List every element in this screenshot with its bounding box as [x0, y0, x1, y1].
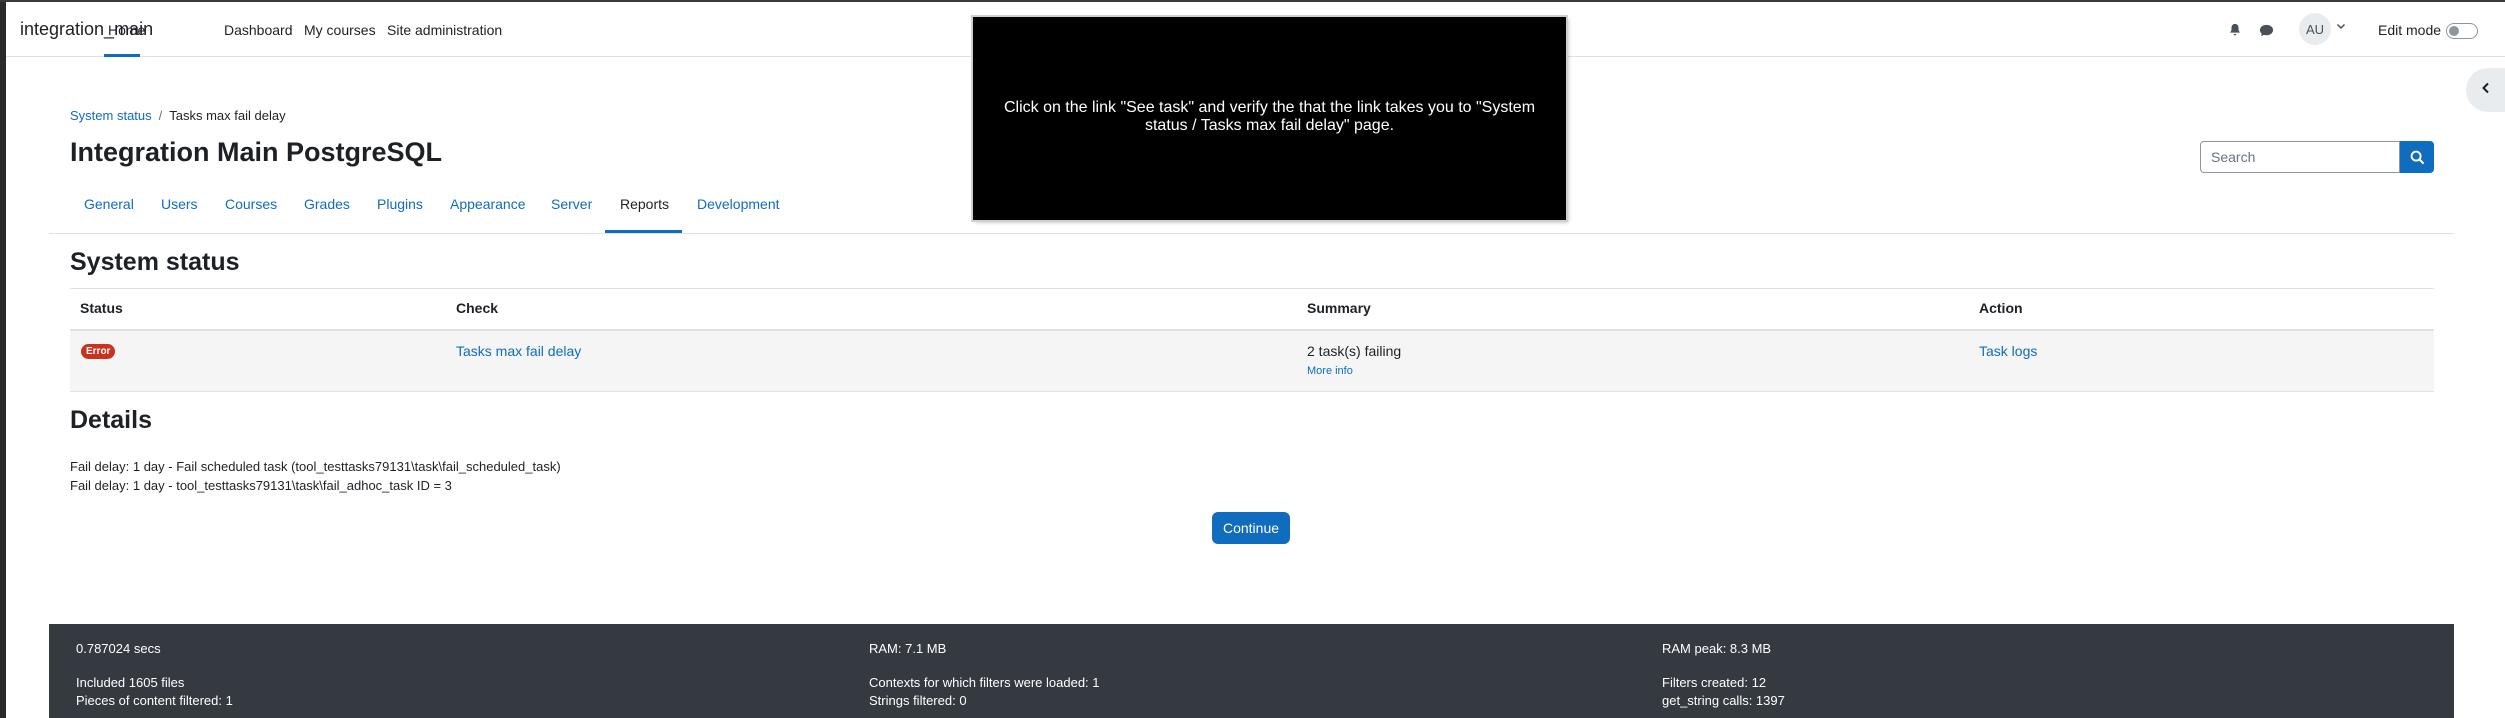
column-header-check: Check: [456, 300, 499, 316]
tab-server[interactable]: Server: [551, 196, 592, 212]
tab-reports-active-indicator: [605, 230, 682, 233]
footer-stat: 0.787024 secs: [76, 641, 161, 656]
system-status-heading: System status: [70, 248, 240, 276]
page-title: Integration Main PostgreSQL: [70, 137, 443, 167]
breadcrumb-separator: /: [158, 108, 163, 123]
summary-text: 2 task(s) failing: [1307, 343, 1402, 359]
footer-stat: Included 1605 files: [76, 675, 185, 690]
tab-appearance[interactable]: Appearance: [450, 196, 526, 212]
edit-mode-label: Edit mode: [2378, 22, 2442, 38]
more-info-link[interactable]: More info: [1307, 365, 1353, 377]
task-logs-link[interactable]: Task logs: [1979, 343, 2037, 359]
edit-mode-toggle[interactable]: [2446, 23, 2478, 39]
chevron-down-icon[interactable]: [2336, 20, 2346, 34]
tab-users[interactable]: Users: [161, 196, 198, 212]
breadcrumb-current: Tasks max fail delay: [169, 108, 286, 123]
column-header-summary: Summary: [1307, 300, 1371, 316]
footer-stat: RAM: 7.1 MB: [869, 641, 947, 656]
column-header-action: Action: [1979, 300, 2023, 316]
table-row-divider: [70, 391, 2434, 392]
breadcrumb: System status / Tasks max fail delay: [70, 108, 286, 123]
search-icon: [2410, 150, 2424, 164]
tab-plugins[interactable]: Plugins: [377, 196, 423, 212]
detail-line: Fail delay: 1 day - Fail scheduled task …: [70, 459, 561, 474]
tab-development[interactable]: Development: [697, 196, 780, 212]
admin-search: [2200, 141, 2434, 173]
instruction-overlay: Click on the link "See task" and verify …: [973, 17, 1566, 220]
instruction-text: Click on the link "See task" and verify …: [1003, 99, 1536, 134]
bell-icon[interactable]: [2226, 21, 2244, 39]
continue-button[interactable]: Continue: [1212, 512, 1290, 544]
chevron-left-icon: [2480, 81, 2492, 99]
footer-stat: Pieces of content filtered: 1: [76, 693, 233, 708]
tab-grades[interactable]: Grades: [304, 196, 350, 212]
details-heading: Details: [70, 406, 152, 434]
nav-dashboard[interactable]: Dashboard: [224, 22, 293, 38]
nav-my-courses[interactable]: My courses: [304, 22, 376, 38]
nav-home[interactable]: Home: [108, 22, 145, 38]
footer-stat: Strings filtered: 0: [869, 693, 967, 708]
search-input[interactable]: [2200, 141, 2400, 173]
user-avatar[interactable]: AU: [2299, 13, 2331, 45]
tab-reports[interactable]: Reports: [620, 196, 669, 212]
footer-stat: Contexts for which filters were loaded: …: [869, 675, 1100, 690]
open-drawer-button[interactable]: [2466, 68, 2505, 112]
heading-divider: [70, 288, 2434, 289]
window-edge: [0, 0, 6, 718]
tab-courses[interactable]: Courses: [225, 196, 277, 212]
performance-footer: 0.787024 secs Included 1605 files Pieces…: [49, 624, 2454, 718]
check-link[interactable]: Tasks max fail delay: [456, 343, 581, 359]
status-badge: Error: [81, 344, 116, 359]
search-button[interactable]: [2400, 141, 2434, 173]
footer-stat: RAM peak: 8.3 MB: [1662, 641, 1772, 656]
detail-line: Fail delay: 1 day - tool_testtasks79131\…: [70, 478, 452, 493]
chat-icon[interactable]: [2257, 21, 2275, 39]
breadcrumb-system-status[interactable]: System status: [70, 108, 152, 123]
tab-general[interactable]: General: [84, 196, 134, 212]
toggle-knob: [2449, 26, 2459, 36]
table-row: [70, 331, 2434, 391]
column-header-status: Status: [80, 300, 123, 316]
footer-stat: get_string calls: 1397: [1662, 693, 1785, 708]
footer-stat: Filters created: 12: [1662, 675, 1767, 690]
nav-site-administration[interactable]: Site administration: [387, 22, 502, 38]
nav-home-active-indicator: [104, 54, 140, 57]
